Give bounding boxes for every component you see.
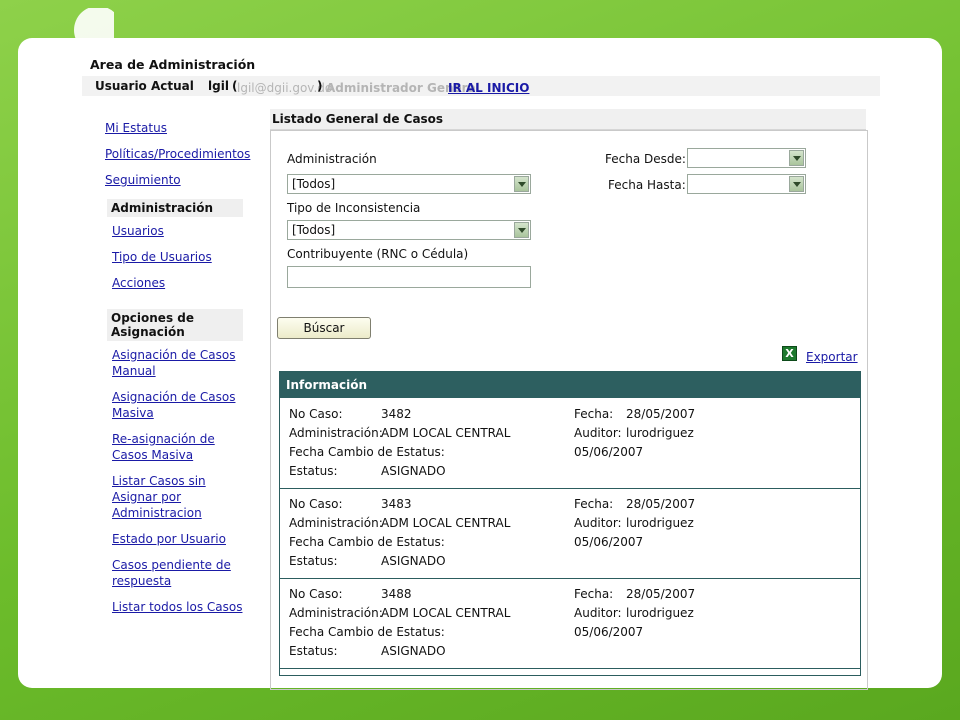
fecha-cambio-label: Fecha Cambio de Estatus: [289,445,445,459]
administracion-select[interactable]: [Todos] [287,174,531,194]
sidebar-section-administracion: Administración [107,199,243,217]
no-caso-value: 3483 [381,497,412,511]
administracion-value: ADM LOCAL CENTRAL [381,426,511,440]
administracion-label: Administración: [289,426,383,440]
info-header: Información [280,372,860,398]
administracion-label: Administración: [289,516,383,530]
contribuyente-label: Contribuyente (RNC o Cédula) [287,247,469,261]
home-link[interactable]: IR AL INICIO [448,81,529,95]
auditor-value: lurodriguez [626,426,694,440]
auditor-label: Auditor: [574,516,622,530]
fecha-hasta-label: Fecha Hasta: [608,178,686,192]
chevron-down-icon[interactable] [514,222,529,238]
sidebar-item-listar-todos[interactable]: Listar todos los Casos [112,599,242,615]
sidebar-link-seguimiento[interactable]: Seguimiento [105,172,181,188]
info-title: Información [286,378,368,392]
fecha-label: Fecha: [574,407,614,421]
excel-icon[interactable]: X [782,346,797,361]
estatus-label: Estatus: [289,464,338,478]
fecha-cambio-value: 05/06/2007 [574,535,644,549]
page-title: Area de Administración [90,57,256,72]
estatus-value: ASIGNADO [381,644,446,658]
user-bar: Usuario Actual lgil ( lgil@dgii.gov.do )… [82,76,880,96]
fecha-value: 28/05/2007 [626,407,696,421]
no-caso-label: No Caso: [289,587,343,601]
tipo-inconsistencia-select[interactable]: [Todos] [287,220,531,240]
sidebar-item-asignacion-manual[interactable]: Asignación de Casos Manual [112,347,237,379]
estatus-value: ASIGNADO [381,554,446,568]
search-button[interactable]: Búscar [277,317,371,339]
user-name: lgil [208,79,229,93]
auditor-value: lurodriguez [626,606,694,620]
chevron-down-icon[interactable] [789,150,804,166]
estatus-label: Estatus: [289,554,338,568]
export-link[interactable]: Exportar [806,350,858,364]
administracion-select-value: [Todos] [292,177,336,191]
case-row: No Caso: 3483 Administración: ADM LOCAL … [280,488,860,579]
auditor-label: Auditor: [574,606,622,620]
contribuyente-input[interactable] [287,266,531,288]
fecha-cambio-value: 05/06/2007 [574,445,644,459]
fecha-label: Fecha: [574,497,614,511]
auditor-value: lurodriguez [626,516,694,530]
fecha-cambio-label: Fecha Cambio de Estatus: [289,625,445,639]
sidebar-item-acciones[interactable]: Acciones [112,275,165,291]
info-panel: Información No Caso: 3482 Administración… [279,371,861,676]
sidebar-link-mi-estatus[interactable]: Mi Estatus [105,120,167,136]
close-paren: ) [317,79,323,93]
chevron-down-icon[interactable] [514,176,529,192]
estatus-value: ASIGNADO [381,464,446,478]
tipo-inconsistencia-select-value: [Todos] [292,223,336,237]
sidebar-item-asignacion-masiva[interactable]: Asignación de Casos Masiva [112,389,237,421]
no-caso-value: 3482 [381,407,412,421]
fecha-hasta-select[interactable] [687,174,806,194]
sidebar-item-estado-usuario[interactable]: Estado por Usuario [112,531,226,547]
case-row: No Caso: 3482 Administración: ADM LOCAL … [280,398,860,489]
fecha-desde-label: Fecha Desde: [605,152,686,166]
admin-header: Area de Administración Usuario Actual lg… [82,48,880,98]
estatus-label: Estatus: [289,644,338,658]
fecha-value: 28/05/2007 [626,587,696,601]
fecha-label: Fecha: [574,587,614,601]
fecha-value: 28/05/2007 [626,497,696,511]
administracion-value: ADM LOCAL CENTRAL [381,516,511,530]
sidebar-section-asignacion: Opciones de Asignación [107,309,243,341]
sidebar-item-usuarios[interactable]: Usuarios [112,223,164,239]
auditor-label: Auditor: [574,426,622,440]
administracion-label: Administración: [289,606,383,620]
main-title: Listado General de Casos [272,112,444,126]
no-caso-label: No Caso: [289,497,343,511]
sidebar-item-casos-pendiente[interactable]: Casos pendiente de respuesta [112,557,237,589]
sidebar-item-reasignacion-masiva[interactable]: Re-asignación de Casos Masiva [112,431,232,463]
sidebar-item-tipo-usuarios[interactable]: Tipo de Usuarios [112,249,212,265]
no-caso-label: No Caso: [289,407,343,421]
case-row: No Caso: 3488 Administración: ADM LOCAL … [280,578,860,669]
fecha-desde-select[interactable] [687,148,806,168]
tipo-inconsistencia-label: Tipo de Inconsistencia [287,201,421,215]
main-title-bar: Listado General de Casos [270,109,866,130]
user-label: Usuario Actual [95,79,194,93]
sidebar-item-listar-sin-asignar[interactable]: Listar Casos sin Asignar por Administrac… [112,473,222,521]
fecha-cambio-value: 05/06/2007 [574,625,644,639]
administracion-label: Administración [287,152,377,166]
sidebar-link-politicas[interactable]: Políticas/Procedimientos [105,146,250,162]
no-caso-value: 3488 [381,587,412,601]
administracion-value: ADM LOCAL CENTRAL [381,606,511,620]
chevron-down-icon[interactable] [789,176,804,192]
fecha-cambio-label: Fecha Cambio de Estatus: [289,535,445,549]
